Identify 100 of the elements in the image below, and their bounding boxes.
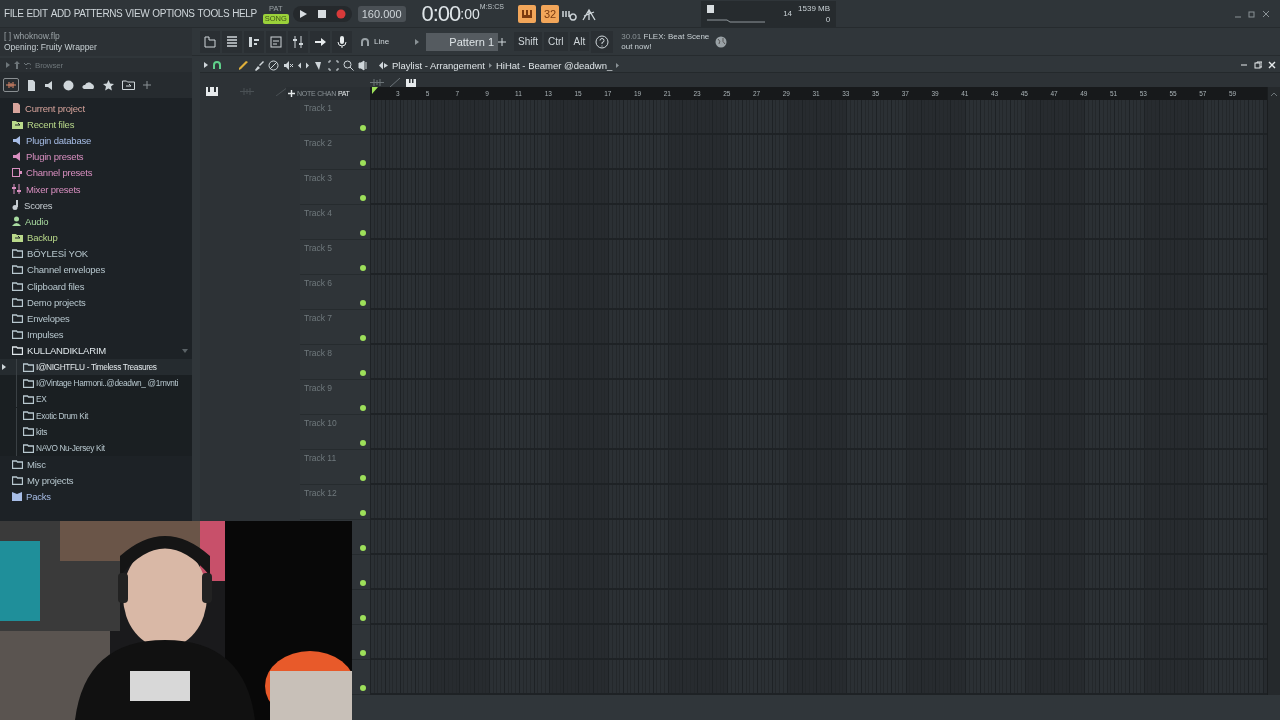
- mute-icon[interactable]: [283, 59, 294, 71]
- menu-item[interactable]: VIEW: [125, 6, 150, 21]
- automation-icon[interactable]: [390, 78, 400, 87]
- track-led-icon[interactable]: [360, 195, 366, 201]
- minimize-icon[interactable]: [1240, 61, 1248, 69]
- browser-item[interactable]: Demo projects: [0, 294, 192, 311]
- browser-subitem[interactable]: I@Vintage Harmoni..@deadwn_ @1mvnti: [0, 375, 192, 392]
- menu-item[interactable]: EDIT: [26, 6, 48, 21]
- modifier-key[interactable]: Ctrl: [544, 32, 568, 51]
- browser-item[interactable]: Scores: [0, 197, 192, 214]
- track-led-icon[interactable]: [360, 230, 366, 236]
- pattern-name[interactable]: HiHat - Beamer @deadwn_: [495, 59, 613, 71]
- select-icon[interactable]: [328, 59, 339, 71]
- track-led-icon[interactable]: [360, 545, 366, 551]
- browser-item[interactable]: BÖYLESİ YOK: [0, 245, 192, 262]
- star-icon[interactable]: [103, 79, 114, 91]
- song-marker-icon[interactable]: [372, 87, 378, 94]
- menu-item[interactable]: TOOLS: [197, 6, 230, 21]
- track-led-icon[interactable]: [360, 335, 366, 341]
- track-led-icon[interactable]: [360, 580, 366, 586]
- menu-item[interactable]: OPTIONS: [152, 6, 195, 21]
- play-icon[interactable]: [298, 8, 308, 19]
- breadcrumb-arrow-icon[interactable]: [616, 62, 620, 68]
- restore-icon[interactable]: [1248, 9, 1256, 18]
- snap-selector[interactable]: Line: [374, 37, 410, 46]
- browser-item[interactable]: Channel presets: [0, 164, 192, 181]
- speaker-icon[interactable]: [44, 80, 55, 90]
- brush-icon[interactable]: [253, 59, 264, 71]
- track-led-icon[interactable]: [360, 265, 366, 271]
- track-led-icon[interactable]: [360, 685, 366, 691]
- folder-arrow-icon[interactable]: [122, 80, 135, 90]
- globe-icon[interactable]: [715, 35, 728, 48]
- track-led-icon[interactable]: [360, 405, 366, 411]
- browser-item[interactable]: Recent files: [0, 116, 192, 133]
- slice-icon[interactable]: [313, 59, 324, 71]
- caret-icon[interactable]: [182, 347, 188, 354]
- tempo-field[interactable]: 160.000: [357, 5, 406, 22]
- expand-arrow-icon[interactable]: [204, 62, 208, 68]
- scroll-up-button[interactable]: [1267, 87, 1280, 100]
- magnet-icon[interactable]: [360, 36, 370, 47]
- piano-roll-button[interactable]: [244, 30, 264, 53]
- stop-icon[interactable]: [317, 9, 326, 18]
- browser-subitem[interactable]: I@NIGHTFLU - Timeless Treasures: [0, 359, 192, 376]
- track-led-icon[interactable]: [360, 125, 366, 131]
- track-led-icon[interactable]: [360, 650, 366, 656]
- modifier-key[interactable]: Shift: [514, 32, 542, 51]
- menu-item[interactable]: ADD: [50, 6, 71, 21]
- help-button[interactable]: [591, 30, 614, 53]
- restore-icon[interactable]: [1254, 61, 1262, 69]
- track-led-icon[interactable]: [360, 370, 366, 376]
- browser-item[interactable]: Packs: [0, 488, 192, 505]
- browser-item[interactable]: Plugin database: [0, 132, 192, 149]
- menu-item[interactable]: HELP: [232, 6, 257, 21]
- browser-subitem[interactable]: EX: [0, 391, 192, 408]
- browser-item[interactable]: Misc: [0, 456, 192, 473]
- browser-item[interactable]: Clipboard files: [0, 278, 192, 295]
- cloud-icon[interactable]: [82, 81, 95, 89]
- browser-item[interactable]: Plugin presets: [0, 148, 192, 165]
- track-led-icon[interactable]: [360, 615, 366, 621]
- track-led-icon[interactable]: [360, 440, 366, 446]
- mixer-button[interactable]: [288, 30, 308, 53]
- channel-rack-button[interactable]: [222, 30, 242, 53]
- menu-item[interactable]: PATTERNS: [73, 6, 123, 21]
- browser-item[interactable]: Channel envelopes: [0, 261, 192, 279]
- modifier-key[interactable]: Alt: [569, 32, 590, 51]
- browser-item[interactable]: Audio: [0, 213, 192, 230]
- track-led-icon[interactable]: [360, 475, 366, 481]
- menu-item[interactable]: FILE: [4, 6, 24, 21]
- browser-item[interactable]: KULLANDIKLARIM: [0, 342, 192, 359]
- up-arrow-icon[interactable]: [14, 61, 20, 69]
- browser-item[interactable]: Envelopes: [0, 310, 192, 327]
- browser-item[interactable]: My projects: [0, 472, 192, 489]
- track-led-icon[interactable]: [360, 510, 366, 516]
- record-icon[interactable]: [335, 8, 346, 19]
- playback-icon[interactable]: [358, 59, 369, 71]
- playlist-button[interactable]: [266, 30, 286, 53]
- news-panel[interactable]: 30.01 FLEX: Beat Scene out now!: [621, 31, 712, 52]
- microphone-button[interactable]: [332, 30, 352, 53]
- piano-keys-icon[interactable]: [517, 4, 536, 23]
- browser-item[interactable]: Backup: [0, 229, 192, 246]
- pattern-selector[interactable]: Pattern 1: [426, 32, 498, 51]
- browser-button[interactable]: [200, 30, 220, 53]
- browser-item[interactable]: Mixer presets: [0, 180, 192, 198]
- caret-icon[interactable]: [414, 37, 420, 46]
- delete-icon[interactable]: [268, 59, 279, 71]
- piano-icon[interactable]: [406, 79, 416, 87]
- all-files-button[interactable]: [3, 78, 19, 92]
- toggle-button[interactable]: 32: [540, 4, 560, 23]
- scrollbar[interactable]: [1267, 100, 1280, 695]
- file-icon[interactable]: [27, 79, 36, 91]
- globe-icon[interactable]: [63, 79, 74, 91]
- piano-icon[interactable]: [206, 87, 218, 96]
- track-led-icon[interactable]: [360, 160, 366, 166]
- track-led-icon[interactable]: [360, 300, 366, 306]
- magnet-icon[interactable]: [212, 60, 222, 70]
- browser-item[interactable]: Impulses: [0, 326, 192, 343]
- browser-item[interactable]: Current project: [0, 100, 192, 117]
- pencil-icon[interactable]: [238, 59, 249, 71]
- zoom-icon[interactable]: [343, 59, 354, 71]
- arrow-button[interactable]: [310, 30, 330, 53]
